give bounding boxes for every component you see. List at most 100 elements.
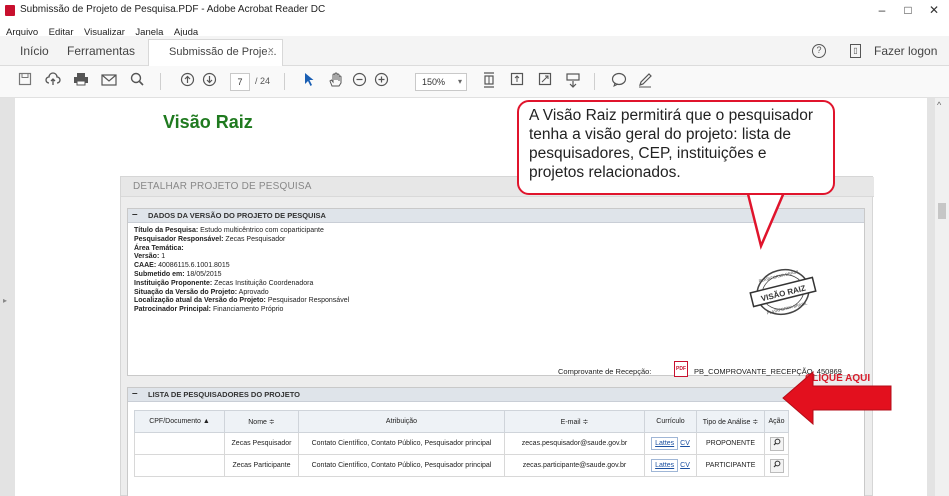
table-header-row: CPF/Documento ▲ Nome ≑ Atribuição E-mail…	[134, 410, 789, 433]
cell-curriculo: Lattes CV	[644, 454, 697, 477]
cell-cpf	[134, 454, 225, 477]
logon-link[interactable]: Fazer logon	[874, 44, 937, 58]
cv-link[interactable]: CV	[680, 462, 690, 469]
cursor-icon[interactable]	[300, 72, 318, 90]
help-icon[interactable]: ?	[812, 44, 826, 58]
panel-title: DETALHAR PROJETO DE PESQUISA	[133, 181, 312, 192]
column-header-cpf[interactable]: CPF/Documento ▲	[134, 410, 225, 433]
researchers-box: – LISTA DE PESQUISADORES DO PROJETO CPF/…	[127, 387, 865, 496]
magnifier-icon	[773, 438, 780, 445]
zoom-out-icon[interactable]	[350, 72, 368, 90]
cell-atribuicao: Contato Científico, Contato Público, Pes…	[298, 432, 505, 455]
section-title: LISTA DE PESQUISADORES DO PROJETO	[148, 390, 300, 399]
toolbar: 7 / 24 150% ▾	[0, 66, 949, 98]
section-header: – LISTA DE PESQUISADORES DO PROJETO	[128, 388, 864, 402]
cell-acao	[764, 454, 789, 477]
fit-page-icon[interactable]	[480, 72, 498, 90]
vertical-scrollbar[interactable]: ^	[935, 98, 949, 496]
tab-tools[interactable]: Ferramentas	[67, 44, 135, 58]
cell-email: zecas.pesquisador@saude.gov.br	[504, 432, 645, 455]
column-header-atribuicao[interactable]: Atribuição	[298, 410, 505, 433]
cell-cpf	[134, 432, 225, 455]
magnifier-icon	[773, 460, 780, 467]
zoom-select[interactable]: 150% ▾	[415, 73, 467, 91]
visao-raiz-stamp-icon[interactable]: VISÃO RAIZ PLATAFORMA BRASIL PLATAFORMA …	[745, 267, 821, 317]
page-number-input[interactable]: 7	[230, 73, 250, 91]
lattes-link[interactable]: Lattes	[651, 437, 679, 450]
field-row: Submetido em: 18/05/2015	[134, 270, 222, 278]
maximize-button[interactable]: □	[898, 3, 918, 17]
tab-document-label: Submissão de Proje...	[169, 46, 277, 58]
field-row: Instituição Proponente: Zecas Instituiçã…	[134, 279, 314, 287]
menu-bar: Arquivo Editar Visualizar Janela Ajuda	[0, 22, 949, 38]
column-header-email[interactable]: E-mail ≑	[504, 410, 645, 433]
field-row: CAAE: 40086115.6.1001.8015	[134, 262, 230, 270]
read-mode-icon[interactable]	[564, 72, 582, 90]
document-viewport[interactable]: ▸ Visão Raiz DETALHAR PROJETO DE PESQUIS…	[0, 98, 949, 496]
zoom-value: 150%	[422, 77, 446, 87]
expand-left-panel-icon[interactable]: ▸	[3, 296, 7, 305]
minimize-button[interactable]: –	[872, 3, 892, 17]
collapse-icon[interactable]: –	[132, 209, 138, 220]
tab-home[interactable]: Início	[20, 44, 49, 58]
field-row: Localização atual da Versão do Projeto: …	[134, 297, 350, 305]
print-icon[interactable]	[72, 72, 90, 90]
search-icon[interactable]	[128, 72, 146, 90]
scroll-thumb[interactable]	[938, 203, 946, 219]
email-icon[interactable]	[100, 72, 118, 90]
page-total: / 24	[255, 76, 271, 86]
table-row: Zecas Pesquisador Contato Científico, Co…	[134, 432, 789, 455]
field-row: Título da Pesquisa: Estudo multicêntrico…	[134, 227, 324, 234]
window-title: Submissão de Projeto de Pesquisa.PDF - A…	[20, 4, 326, 15]
zoom-in-icon[interactable]	[372, 72, 390, 90]
cv-link[interactable]: CV	[680, 440, 690, 447]
column-header-tipo[interactable]: Tipo de Análise ≑	[696, 410, 765, 433]
column-header-nome[interactable]: Nome ≑	[224, 410, 299, 433]
mobile-link-icon[interactable]: ▯	[850, 44, 861, 58]
chevron-down-icon: ▾	[457, 77, 462, 86]
toolbar-divider	[594, 73, 595, 90]
pdf-page: Visão Raiz DETALHAR PROJETO DE PESQUISA …	[15, 98, 927, 496]
hand-icon[interactable]	[326, 72, 344, 90]
pdf-file-icon[interactable]: PDF	[674, 361, 688, 377]
page-heading: Visão Raiz	[163, 112, 253, 132]
comment-icon[interactable]	[610, 72, 628, 90]
cell-curriculo: Lattes CV	[644, 432, 697, 455]
arrow-up-icon[interactable]	[178, 72, 196, 90]
acrobat-window: Submissão de Projeto de Pesquisa.PDF - A…	[0, 0, 949, 496]
scroll-icon[interactable]	[508, 72, 526, 90]
callout-pointer	[745, 190, 787, 250]
field-row: Pesquisador Responsável: Zecas Pesquisad…	[134, 235, 286, 243]
fullscreen-icon[interactable]	[536, 72, 554, 90]
title-bar: Submissão de Projeto de Pesquisa.PDF - A…	[0, 0, 949, 22]
pen-icon[interactable]	[636, 72, 654, 90]
cell-email: zecas.participante@saude.gov.br	[504, 454, 645, 477]
view-root-button[interactable]	[769, 436, 784, 451]
cell-acao	[764, 432, 789, 455]
arrow-down-icon[interactable]	[200, 72, 218, 90]
field-row: Patrocinador Principal: Financiamento Pr…	[134, 306, 284, 314]
callout-bubble: A Visão Raiz permitirá que o pesquisador…	[517, 100, 835, 195]
toolbar-divider	[160, 73, 161, 90]
cloud-upload-icon[interactable]	[44, 72, 62, 90]
cell-tipo: PROPONENTE	[696, 432, 765, 455]
tab-bar: Início Ferramentas Submissão de Proje...…	[0, 36, 949, 66]
scroll-up-icon[interactable]: ^	[937, 100, 941, 110]
view-root-button[interactable]	[769, 458, 784, 473]
column-header-curriculo[interactable]: Currículo	[644, 410, 697, 433]
cell-nome: Zecas Participante	[224, 454, 299, 477]
close-window-button[interactable]: ✕	[924, 3, 944, 17]
field-row: Situação da Versão do Projeto: Aprovado	[134, 288, 269, 296]
field-row: Área Temática:	[134, 244, 184, 252]
lattes-link[interactable]: Lattes	[651, 459, 679, 472]
tab-close-icon[interactable]: ×	[268, 45, 274, 57]
tab-document[interactable]: Submissão de Proje... ×	[148, 39, 283, 66]
toolbar-divider	[284, 73, 285, 90]
red-arrow-icon	[782, 370, 892, 426]
save-icon[interactable]	[16, 72, 34, 90]
acrobat-app-icon	[5, 5, 15, 16]
section-title: DADOS DA VERSÃO DO PROJETO DE PESQUISA	[148, 211, 326, 220]
project-fields: Título da Pesquisa: Estudo multicêntrico…	[134, 227, 349, 315]
researchers-table: CPF/Documento ▲ Nome ≑ Atribuição E-mail…	[134, 410, 789, 477]
collapse-icon[interactable]: –	[132, 388, 138, 399]
